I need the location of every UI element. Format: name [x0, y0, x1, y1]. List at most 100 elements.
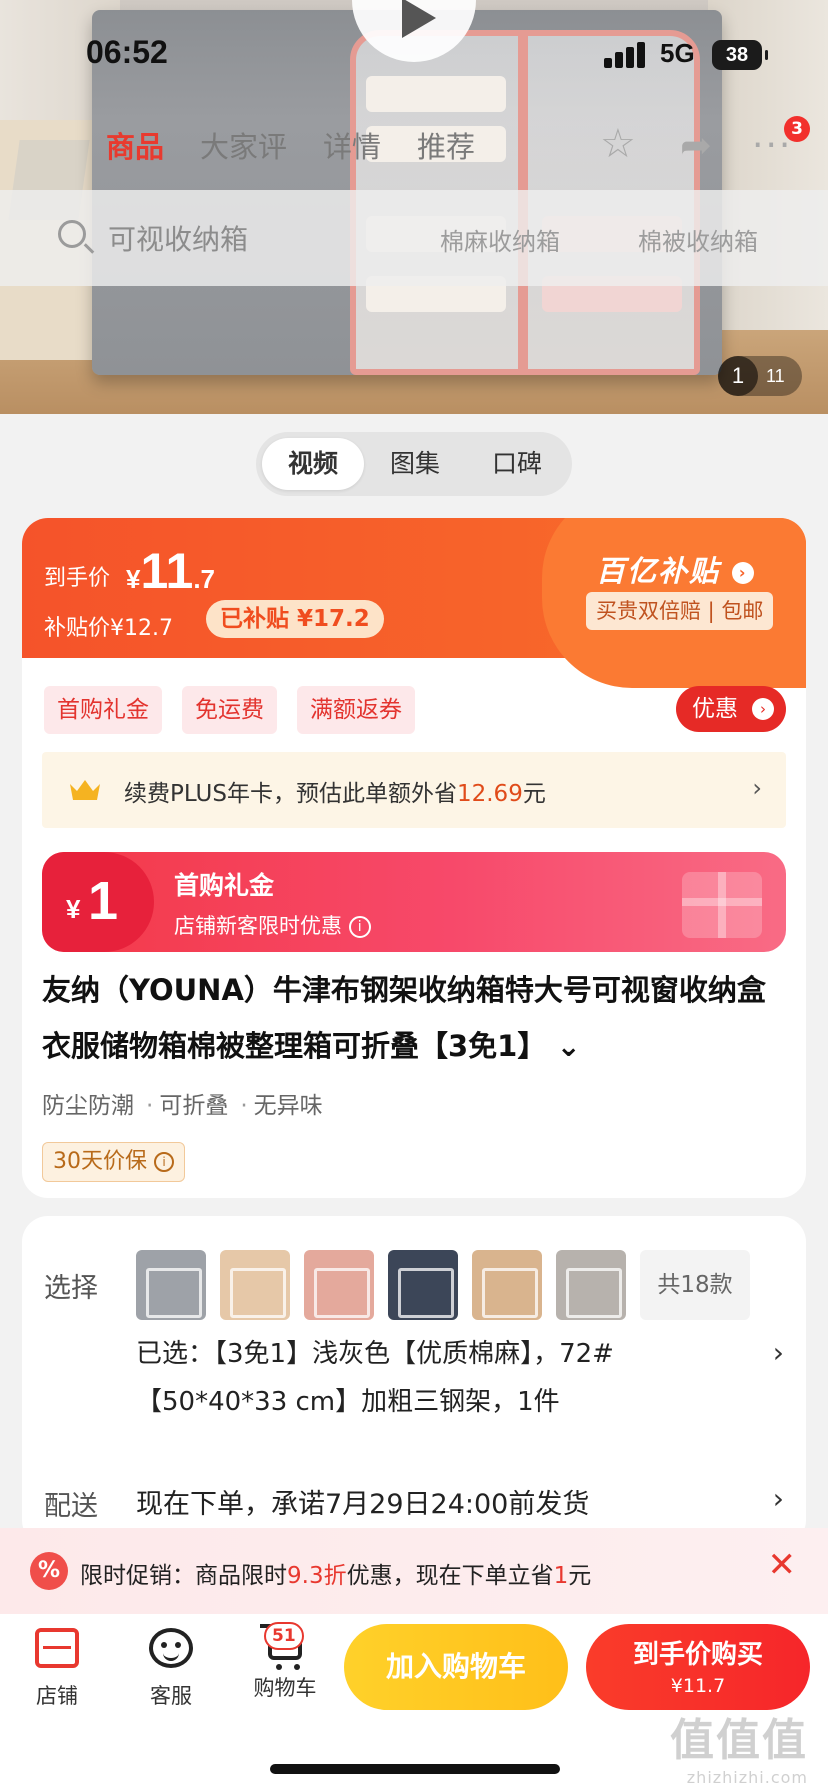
- tab-gallery[interactable]: 图集: [364, 438, 466, 490]
- flash-sale-discount: 9.3折: [287, 1563, 347, 1589]
- product-image-carousel[interactable]: 06:52 5G 38 商品 大家评 详情 推荐 ☆ ➦ ··· 3 可视收纳箱…: [0, 0, 828, 414]
- message-badge: 3: [784, 116, 810, 142]
- buy-button-label: 到手价购买: [632, 1640, 763, 1670]
- final-price-int: 11: [140, 543, 194, 599]
- flash-sale-middle: 优惠，现在下单立省: [346, 1563, 554, 1589]
- shop-button[interactable]: 店铺: [12, 1628, 102, 1710]
- signal-icon: [604, 42, 648, 68]
- buy-button-price: ¥11.7: [670, 1675, 726, 1697]
- info-icon[interactable]: i: [348, 916, 371, 938]
- coupon-button[interactable]: 优惠 ›: [676, 686, 786, 732]
- status-time: 06:52: [86, 34, 168, 70]
- watermark: 值值值 zhizhizhi.com: [670, 1704, 808, 1787]
- gift-currency: ¥: [66, 894, 81, 924]
- delivery-text[interactable]: 现在下单，承诺7月29日24:00前发货: [136, 1482, 589, 1521]
- cart-count-badge: 51: [264, 1622, 304, 1650]
- search-input[interactable]: 可视收纳箱: [108, 218, 248, 258]
- product-nav-tabs: 商品 大家评 详情 推荐: [106, 124, 475, 174]
- subsidy-tag: 已补贴 ¥17.2: [206, 600, 384, 638]
- feature-item: 防尘防潮: [42, 1093, 134, 1119]
- search-hot-word[interactable]: 棉麻收纳箱: [440, 222, 560, 257]
- tab-product[interactable]: 商品: [106, 124, 164, 174]
- product-page: 06:52 5G 38 商品 大家评 详情 推荐 ☆ ➦ ··· 3 可视收纳箱…: [0, 0, 828, 1792]
- flash-sale-prefix: 限时促销：商品限时: [80, 1563, 287, 1589]
- tab-details[interactable]: 详情: [323, 124, 381, 174]
- shop-icon: [35, 1628, 79, 1668]
- sku-thumbnail[interactable]: [304, 1250, 374, 1320]
- chevron-right-icon[interactable]: ›: [773, 1336, 784, 1369]
- close-icon[interactable]: ✕: [768, 1548, 797, 1582]
- customer-service-button[interactable]: 客服: [126, 1628, 216, 1710]
- subsidy-program-tag: 买贵双倍赔 | 包邮: [586, 592, 774, 630]
- final-price-label: 到手价: [44, 566, 111, 591]
- feature-item: 无异味: [228, 1086, 323, 1120]
- tab-word-of-mouth[interactable]: 口碑: [466, 438, 568, 490]
- gift-amount: ¥ 1: [42, 852, 154, 952]
- status-bar: 06:52 5G 38: [0, 0, 828, 104]
- sku-thumbnail[interactable]: [472, 1250, 542, 1320]
- plus-text-prefix: 续费PLUS年卡，预估此单额外省: [124, 781, 457, 807]
- flash-sale-text: 限时促销：商品限时9.3折优惠，现在下单立省1元: [80, 1556, 591, 1590]
- network-label: 5G: [660, 38, 695, 68]
- home-indicator[interactable]: [270, 1764, 560, 1774]
- chevron-right-icon[interactable]: ›: [773, 1482, 784, 1515]
- tab-recommend[interactable]: 推荐: [417, 124, 475, 174]
- discount-icon: %: [30, 1552, 68, 1590]
- chevron-right-icon: ›: [752, 774, 762, 802]
- sku-thumbnail[interactable]: [388, 1250, 458, 1320]
- sku-thumbnail[interactable]: [220, 1250, 290, 1320]
- buy-now-button[interactable]: 到手价购买 ¥11.7: [586, 1624, 810, 1710]
- feature-item: 可折叠: [134, 1086, 228, 1120]
- service-label: 客服: [150, 1684, 192, 1708]
- sku-card: 选择 共18款 已选：【3免1】浅灰色【优质棉麻】，72#【50*40*33 c…: [22, 1216, 806, 1546]
- selected-sku-text[interactable]: 已选：【3免1】浅灰色【优质棉麻】，72#【50*40*33 cm】加粗三钢架，…: [136, 1330, 696, 1426]
- flash-sale-bar[interactable]: % 限时促销：商品限时9.3折优惠，现在下单立省1元 ✕: [0, 1528, 828, 1614]
- add-to-cart-button[interactable]: 加入购物车: [344, 1624, 568, 1710]
- search-hot-word[interactable]: 棉被收纳箱: [638, 222, 758, 257]
- gift-box-icon: [682, 872, 762, 938]
- info-icon: i: [154, 1152, 174, 1172]
- sku-select-label: 选择: [44, 1273, 98, 1304]
- chevron-right-icon: ›: [752, 698, 774, 720]
- expand-chevron-icon[interactable]: ⌄: [546, 1029, 580, 1063]
- sku-thumbnail[interactable]: [556, 1250, 626, 1320]
- flash-sale-saving: 1: [553, 1563, 569, 1589]
- promo-tags: 首购礼金 免运费 满额返券: [44, 686, 415, 734]
- price-guard-badge[interactable]: 30天价保 i: [42, 1142, 185, 1182]
- cart-label: 购物车: [253, 1676, 317, 1700]
- subsidy-price: 补贴价¥12.7: [44, 616, 173, 641]
- watermark-url: zhizhizhi.com: [686, 1768, 808, 1787]
- final-price-dec: .7: [193, 564, 216, 594]
- sku-more-button[interactable]: 共18款: [640, 1250, 750, 1320]
- first-purchase-gift-banner[interactable]: ¥ 1 首购礼金 店铺新客限时优惠 i: [42, 852, 786, 952]
- sku-thumbnail[interactable]: [136, 1250, 206, 1320]
- share-icon[interactable]: ➦: [680, 126, 712, 164]
- tab-reviews[interactable]: 大家评: [200, 124, 287, 174]
- sku-thumbnails: 共18款: [136, 1250, 750, 1320]
- image-counter-current: 1: [718, 356, 758, 396]
- gift-subtitle: 店铺新客限时优惠 i: [174, 910, 371, 940]
- feature-list: 防尘防潮 可折叠 无异味: [42, 1086, 323, 1120]
- image-counter: 1 11: [718, 356, 802, 396]
- tab-video[interactable]: 视频: [262, 438, 364, 490]
- subsidy-program-link[interactable]: 百亿补贴 ›: [596, 548, 755, 590]
- shop-label: 店铺: [36, 1684, 78, 1708]
- promo-tag[interactable]: 首购礼金: [44, 686, 162, 734]
- media-switch: 视频 图集 口碑: [256, 432, 572, 496]
- favorite-star-icon[interactable]: ☆: [600, 124, 636, 164]
- customer-service-icon: [149, 1628, 193, 1668]
- product-title[interactable]: 友纳（YOUNA）牛津布钢架收纳箱特大号可视窗收纳盒衣服储物箱棉被整理箱可折叠【…: [42, 962, 786, 1074]
- crown-icon: [70, 780, 100, 800]
- flash-sale-suffix: 元: [568, 1563, 592, 1589]
- delivery-label: 配送: [44, 1491, 98, 1522]
- search-icon: [58, 220, 86, 248]
- promo-tag[interactable]: 满额返券: [297, 686, 415, 734]
- watermark-logo: 值值值: [670, 1715, 808, 1766]
- battery-icon: 38: [712, 40, 768, 70]
- chevron-right-icon: ›: [732, 562, 755, 584]
- search-bar[interactable]: 可视收纳箱 棉麻收纳箱 棉被收纳箱: [0, 190, 828, 286]
- gift-subtitle-text: 店铺新客限时优惠: [174, 914, 342, 938]
- promo-tag[interactable]: 免运费: [182, 686, 277, 734]
- plus-membership-bar[interactable]: 续费PLUS年卡，预估此单额外省12.69元 ›: [42, 752, 786, 828]
- plus-text-suffix: 元: [522, 781, 546, 807]
